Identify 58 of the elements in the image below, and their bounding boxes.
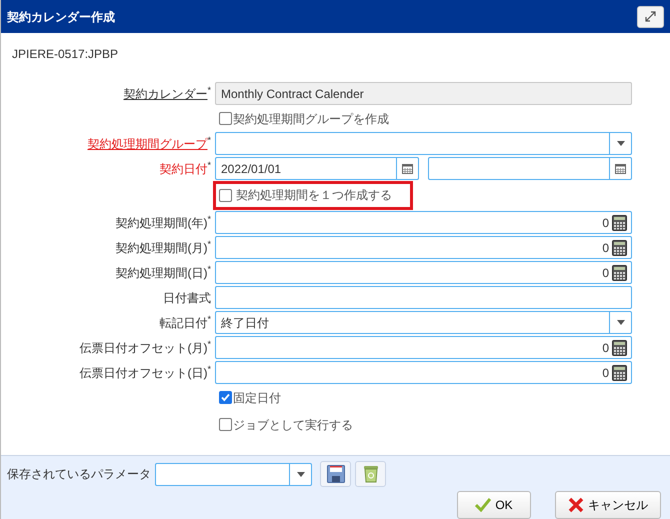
calculator-icon [612,364,627,380]
checkbox[interactable] [219,188,232,202]
required-mark: * [207,85,211,95]
window-title: 契約カレンダー作成 [7,8,115,26]
checkbox-label: 契約処理期間グループを作成 [233,110,389,128]
save-button[interactable] [320,461,351,487]
field-label: 伝票日付オフセット(日) [79,366,208,380]
field-label: 契約処理期間(年) [115,216,208,230]
checkbox-label: ジョブとして実行する [233,416,353,434]
required-mark: * [207,214,211,224]
required-mark: * [207,314,211,324]
close-icon [568,497,584,513]
maximize-button[interactable] [637,6,664,28]
number-field[interactable]: 0 [215,336,632,359]
required-mark: * [207,135,211,145]
number-field[interactable]: 0 [215,361,632,384]
dropdown-field[interactable]: 終了日付 [215,311,632,334]
checkbox[interactable] [219,418,232,431]
field-label: 契約処理期間(月) [115,241,208,255]
required-mark: * [207,160,211,170]
field-label: 転記日付 [159,316,208,330]
checkbox[interactable] [219,391,232,404]
number-field[interactable]: 0 [215,211,632,234]
field-label-link[interactable]: 契約処理期間グループ [87,137,208,151]
calculator-icon [612,264,627,280]
field-label: 日付書式 [163,290,211,304]
field-label: 契約日付 [159,162,208,176]
checkmark-icon [475,498,492,512]
required-mark: * [207,264,211,274]
cancel-button[interactable]: キャンセル [555,491,661,519]
dropdown-field[interactable] [215,132,632,155]
field-label: 契約処理期間(日) [115,266,208,280]
calendar-icon [615,163,626,174]
number-field[interactable]: 0 [215,261,632,284]
checkbox-label: 固定日付 [233,390,281,406]
date-field[interactable] [428,157,632,180]
required-mark: * [207,239,211,249]
calculator-icon [612,340,627,356]
recycle-bin-icon [362,465,380,483]
date-field[interactable]: 2022/01/01 [215,157,419,180]
caret-icon [296,472,304,476]
calculator-icon [612,214,627,230]
checkbox[interactable] [219,112,232,125]
checkbox-label: 契約処理期間を１つ作成する [236,187,392,204]
expand-icon [645,11,656,22]
field-label: 伝票日付オフセット(月) [79,341,208,355]
ok-button[interactable]: OK [457,491,531,519]
process-code: JPIERE-0517:JPBP [12,46,120,63]
saved-parameters-dropdown[interactable] [155,462,312,486]
caret-icon [616,320,624,325]
number-field[interactable]: 0 [215,236,632,259]
required-mark: * [207,339,211,349]
required-mark: * [207,364,211,374]
saved-parameters-label: 保存されているパラメータ [7,466,151,483]
calendar-icon [402,163,413,174]
caret-icon [616,141,624,146]
text-field[interactable] [215,286,632,309]
calculator-icon [612,240,627,256]
